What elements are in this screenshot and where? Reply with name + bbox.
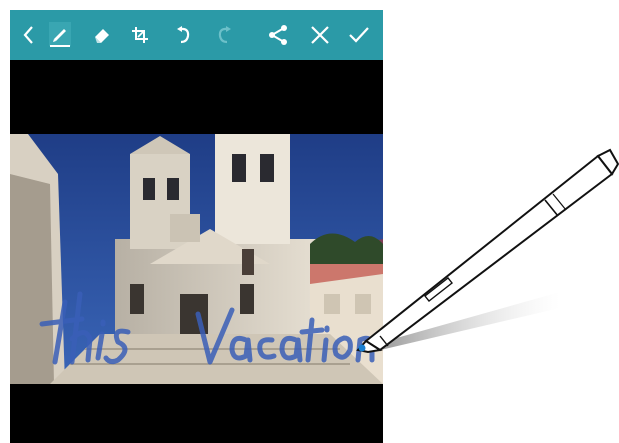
- stylus-pen-icon: [356, 148, 619, 354]
- stylus-tip: [358, 344, 366, 352]
